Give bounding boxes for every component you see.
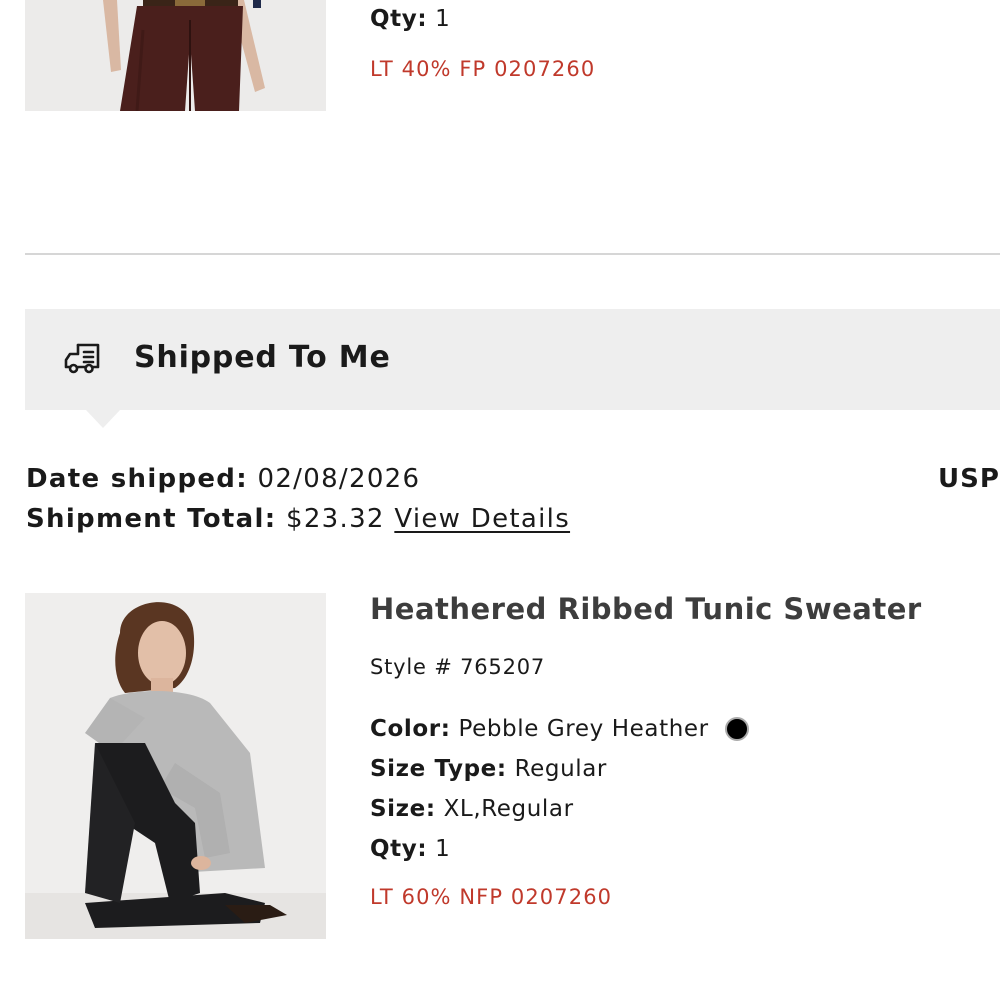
- product-size: Size: XL,Regular: [370, 796, 574, 822]
- previous-qty: Qty: 1: [370, 6, 450, 32]
- qty-label: Qty:: [370, 6, 428, 32]
- view-details-link[interactable]: View Details: [394, 504, 570, 534]
- product-style-number: Style # 765207: [370, 655, 546, 679]
- size-label: Size:: [370, 796, 436, 822]
- color-label: Color:: [370, 716, 451, 742]
- size-value: XL,Regular: [443, 796, 574, 822]
- qty-label: Qty:: [370, 836, 428, 862]
- date-shipped-label: Date shipped:: [26, 464, 248, 494]
- shipment-total: Shipment Total: $23.32 View Details: [26, 504, 570, 534]
- shipment-total-value: $23.32: [285, 504, 385, 534]
- date-shipped-value: 02/08/2026: [257, 464, 421, 494]
- product-image[interactable]: [25, 593, 326, 939]
- color-swatch: [725, 717, 749, 741]
- shipment-header-pointer: [86, 410, 120, 428]
- product-qty: Qty: 1: [370, 836, 450, 862]
- carrier-name: USPS: [938, 464, 1000, 494]
- color-value: Pebble Grey Heather: [458, 716, 709, 742]
- shipment-title: Shipped To Me: [134, 340, 391, 375]
- qty-value: 1: [435, 6, 451, 32]
- brown-trousers-photo-icon: [25, 0, 326, 111]
- product-name[interactable]: Heathered Ribbed Tunic Sweater: [370, 592, 922, 626]
- shipment-total-label: Shipment Total:: [26, 504, 277, 534]
- previous-promo-code: LT 40% FP 0207260: [370, 57, 596, 81]
- date-shipped: Date shipped: 02/08/2026: [26, 464, 420, 494]
- qty-value: 1: [435, 836, 451, 862]
- product-promo-code: LT 60% NFP 0207260: [370, 885, 613, 909]
- product-color: Color: Pebble Grey Heather: [370, 716, 709, 742]
- size-type-label: Size Type:: [370, 756, 507, 782]
- previous-product-image[interactable]: [25, 0, 326, 111]
- section-divider: [25, 253, 1000, 255]
- delivery-truck-icon: [64, 343, 100, 374]
- grey-sweater-model-photo-icon: [25, 593, 326, 939]
- product-size-type: Size Type: Regular: [370, 756, 607, 782]
- size-type-value: Regular: [514, 756, 607, 782]
